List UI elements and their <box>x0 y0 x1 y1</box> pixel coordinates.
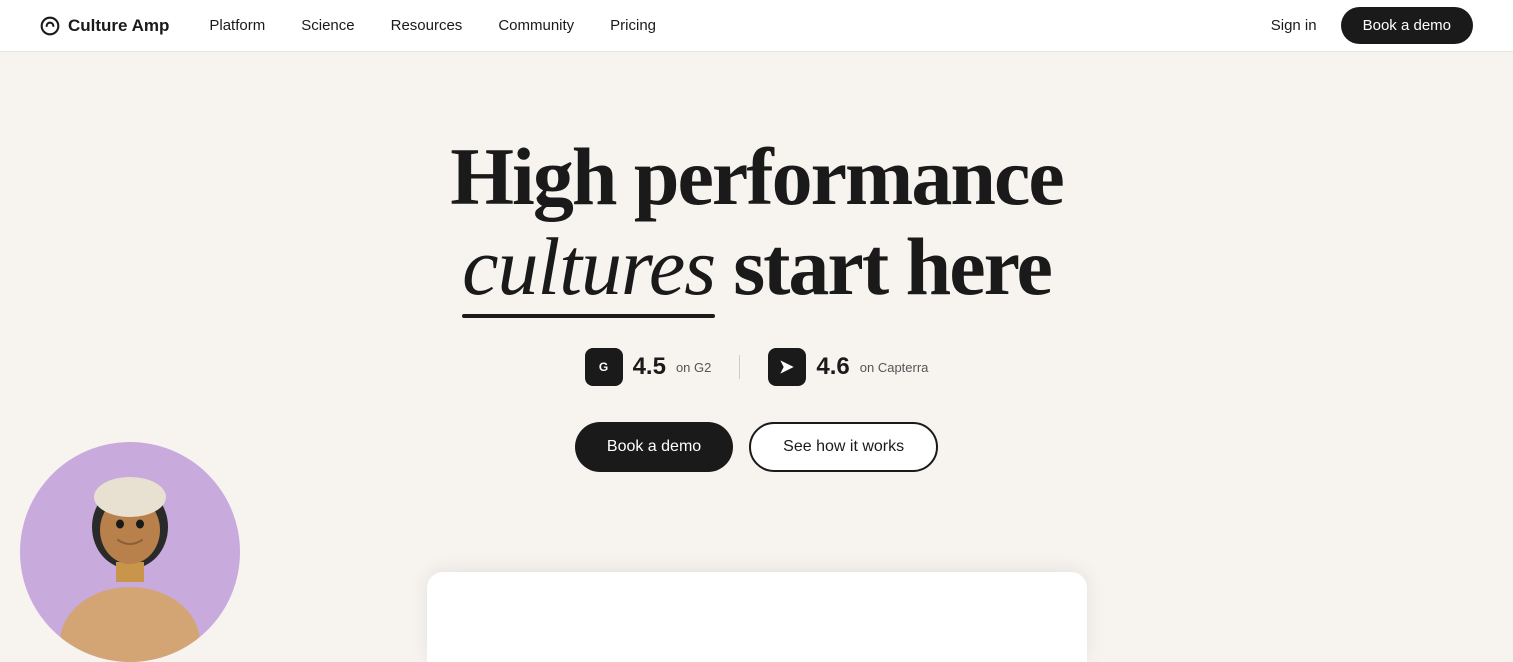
logo-text: Culture Amp <box>68 16 169 36</box>
book-demo-hero-button[interactable]: Book a demo <box>575 422 733 472</box>
nav-community[interactable]: Community <box>498 17 574 34</box>
see-how-it-works-button[interactable]: See how it works <box>749 422 938 472</box>
culture-amp-logo-icon <box>40 16 60 36</box>
cta-buttons: Book a demo See how it works <box>575 422 938 472</box>
book-demo-nav-button[interactable]: Book a demo <box>1341 7 1473 44</box>
hero-heading: High performance cultures start here <box>450 132 1062 312</box>
nav-platform[interactable]: Platform <box>209 17 265 34</box>
capterra-score: 4.6 <box>816 353 849 381</box>
logo[interactable]: Culture Amp <box>40 16 169 36</box>
capterra-icon <box>777 357 797 377</box>
hero-heading-line2: cultures start here <box>450 222 1062 312</box>
nav-links: Platform Science Resources Community Pri… <box>209 17 1270 34</box>
g2-score: 4.5 <box>633 353 666 381</box>
ratings-separator <box>739 355 740 379</box>
capterra-badge-icon <box>768 348 806 386</box>
nav-resources[interactable]: Resources <box>391 17 463 34</box>
person-photo <box>20 442 240 662</box>
hero-heading-cultures: cultures <box>462 222 715 312</box>
navbar: Culture Amp Platform Science Resources C… <box>0 0 1513 52</box>
ratings-row: G 4.5 on G2 4.6 on Capterra <box>585 348 929 386</box>
g2-rating: G 4.5 on G2 <box>585 348 712 386</box>
bottom-preview-card <box>427 572 1087 662</box>
g2-icon-text: G <box>599 360 608 374</box>
hero-heading-line1: High performance <box>450 132 1062 222</box>
sign-in-link[interactable]: Sign in <box>1271 17 1317 34</box>
nav-science[interactable]: Science <box>301 17 354 34</box>
g2-platform: on G2 <box>676 360 711 375</box>
g2-badge-icon: G <box>585 348 623 386</box>
nav-right: Sign in Book a demo <box>1271 7 1473 44</box>
capterra-platform: on Capterra <box>860 360 929 375</box>
hero-heading-line2-rest: start here <box>733 222 1051 312</box>
person-silhouette-svg <box>40 472 220 662</box>
nav-pricing[interactable]: Pricing <box>610 17 656 34</box>
capterra-rating: 4.6 on Capterra <box>768 348 928 386</box>
hero-section: High performance cultures start here G 4… <box>0 52 1513 652</box>
